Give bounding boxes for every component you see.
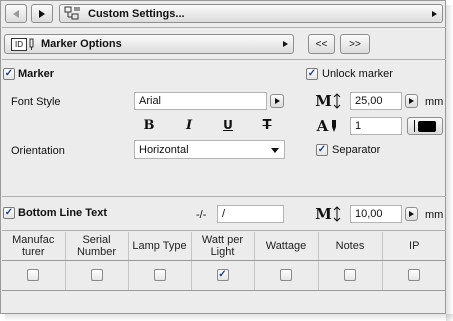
arrow-right-icon — [274, 98, 280, 104]
column-header-ip: IP — [382, 232, 446, 261]
id-icon: ID — [11, 37, 27, 51]
custom-settings-icon — [64, 6, 80, 19]
ip-checkbox[interactable] — [408, 269, 421, 282]
field-table: Manufac turer Serial Number Lamp Type Watt… — [2, 232, 446, 291]
previous-marker-button[interactable]: << — [308, 34, 335, 54]
toolbar-divider — [2, 27, 446, 28]
settings-panel: Custom Settings... ID Marker Options << … — [0, 0, 446, 314]
dropdown-arrow-icon — [283, 41, 288, 47]
custom-settings-label: Custom Settings... — [88, 7, 185, 20]
next-marker-button[interactable]: >> — [340, 34, 370, 54]
notes-checkbox[interactable] — [344, 269, 356, 282]
marker-options-dropdown[interactable]: ID Marker Options — [4, 34, 294, 54]
column-header-wattage: Wattage — [254, 232, 319, 261]
marker-label: Marker — [18, 68, 55, 80]
dropdown-arrow-icon — [432, 11, 437, 17]
manufacturer-checkbox[interactable] — [27, 269, 40, 282]
column-header-manufacturer: Manufac turer — [2, 232, 66, 261]
unlock-marker-checkbox[interactable]: ✓ — [306, 68, 318, 80]
back-button[interactable] — [5, 4, 27, 23]
separator-checkbox[interactable]: ✓ — [316, 144, 328, 156]
bottom-text-size-field[interactable]: 10,00 — [350, 205, 402, 223]
marker-options-label: Marker Options — [41, 38, 122, 50]
section-divider — [2, 196, 446, 197]
orientation-label: Orientation — [11, 145, 65, 157]
column-header-lamp-type: Lamp Type — [128, 232, 192, 261]
bottom-text-size-unit: mm — [425, 209, 444, 221]
section-divider — [2, 59, 446, 60]
bottom-line-text-label: Bottom Line Text — [18, 207, 108, 219]
bold-button[interactable]: B — [142, 118, 156, 133]
serial-number-checkbox[interactable] — [90, 269, 103, 282]
triangle-right-icon — [39, 9, 45, 18]
arrow-right-icon — [409, 211, 414, 217]
underline-button[interactable]: U — [221, 118, 235, 132]
text-pen-icon: A — [313, 117, 343, 135]
bottom-line-text-field[interactable]: / — [217, 205, 284, 223]
separator-label: Separator — [332, 144, 381, 156]
column-header-watt-per-light: Watt per Light — [191, 232, 255, 261]
triangle-left-icon — [13, 9, 19, 18]
italic-button[interactable]: I — [182, 118, 196, 133]
text-size-unit: mm — [425, 96, 444, 108]
lamp-type-checkbox[interactable] — [153, 269, 166, 282]
unlock-marker-label: Unlock marker — [322, 68, 393, 80]
orientation-select[interactable]: Horizontal — [134, 140, 285, 159]
strikethrough-button[interactable]: T — [260, 118, 274, 133]
column-header-notes: Notes — [318, 232, 383, 261]
chevron-down-icon — [271, 148, 279, 153]
wattage-checkbox[interactable] — [280, 269, 292, 282]
column-header-serial-number: Serial Number — [65, 232, 129, 261]
orientation-value: Horizontal — [139, 143, 189, 156]
font-style-label: Font Style — [11, 96, 61, 108]
marker-pen-icon — [29, 38, 34, 50]
table-row: ✓ — [2, 260, 446, 291]
marker-checkbox[interactable]: ✓ — [3, 68, 15, 80]
table-top-divider — [2, 230, 446, 231]
text-size-icon: M — [313, 205, 343, 223]
arrow-right-icon — [409, 98, 414, 104]
table-header-row: Manufac turer Serial Number Lamp Type Watt… — [2, 232, 446, 261]
font-field[interactable]: Arial — [134, 92, 267, 110]
pen-number-field[interactable]: 1 — [350, 117, 402, 135]
text-size-icon: M — [313, 92, 343, 110]
bottom-text-size-button[interactable] — [405, 207, 418, 221]
watt-per-light-checkbox[interactable]: ✓ — [216, 269, 229, 282]
text-size-button[interactable] — [405, 94, 418, 108]
bottom-line-text-checkbox[interactable]: ✓ — [3, 207, 15, 219]
pen-color-swatch[interactable] — [407, 117, 443, 135]
forward-button[interactable] — [31, 4, 53, 23]
font-picker-button[interactable] — [270, 94, 284, 108]
prefix-label: -/- — [196, 209, 207, 221]
custom-settings-dropdown[interactable]: Custom Settings... — [59, 4, 443, 23]
text-size-field[interactable]: 25,00 — [350, 92, 402, 110]
